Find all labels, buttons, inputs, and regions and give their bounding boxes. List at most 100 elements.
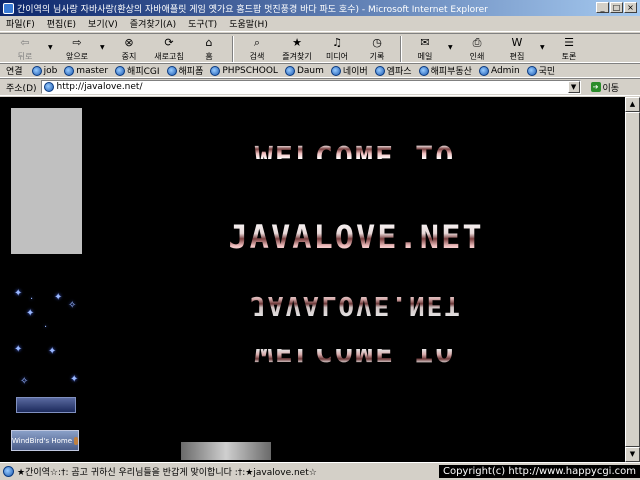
refresh-label: 새로고침 <box>154 52 184 61</box>
page-icon <box>64 65 75 76</box>
window-title: 간이역의 님사랑 자바사랑(환상의 자바애플릿 게임 옛가요 홈드팝 멋진풍경 … <box>17 4 488 15</box>
sparkle-icon: ✦ <box>14 288 23 299</box>
sparkle-icon: ✦ <box>70 374 79 385</box>
side-badge-image <box>16 397 76 413</box>
favorites-button[interactable]: ★ 즐겨찾기 <box>280 36 314 63</box>
close-button[interactable]: × <box>624 2 637 13</box>
page-icon <box>31 65 42 76</box>
media-label: 미디어 <box>325 52 349 61</box>
ie-icon <box>3 2 14 14</box>
refresh-icon: ⟳ <box>164 36 174 49</box>
link-label: 해피폼 <box>178 67 204 77</box>
back-button[interactable]: ⇦ 뒤로 <box>8 36 42 63</box>
page-icon <box>166 65 177 76</box>
mail-button[interactable]: ✉ 메일 <box>408 36 442 63</box>
page-icon <box>526 65 537 76</box>
window-controls: _ □ × <box>596 2 637 13</box>
stop-button[interactable]: ⊗ 중지 <box>112 36 146 63</box>
favorites-icon: ★ <box>292 36 302 49</box>
menu-help[interactable]: 도움말(H) <box>229 17 268 30</box>
link-label: 해피CGI <box>127 67 160 77</box>
menu-view[interactable]: 보기(V) <box>88 17 118 30</box>
windbird-label: WindBird's Home <box>12 436 73 445</box>
edit-label: 편집 <box>509 52 525 61</box>
forward-label: 앞으로 <box>65 52 89 61</box>
stop-label: 중지 <box>121 52 137 61</box>
home-button[interactable]: ⌂ 홈 <box>192 36 226 63</box>
address-url: http://javalove.net/ <box>56 82 143 92</box>
page-icon <box>210 65 221 76</box>
vertical-scrollbar[interactable]: ▲ ▼ <box>625 97 640 462</box>
media-button[interactable]: ♫ 미디어 <box>320 36 354 63</box>
search-button[interactable]: ⌕ 검색 <box>240 36 274 63</box>
sparkle-icon: · <box>30 294 34 305</box>
refresh-button[interactable]: ⟳ 새로고침 <box>152 36 186 63</box>
link-happycgi[interactable]: 해피CGI <box>115 64 160 77</box>
page-icon <box>374 65 385 76</box>
link-label: Daum <box>296 65 324 76</box>
copyright-text: Copyright(c) http://www.happycgi.com <box>438 465 640 478</box>
sparkle-icon: ✧ <box>68 300 77 311</box>
browser-window: 간이역의 님사랑 자바사랑(환상의 자바애플릿 게임 옛가요 홈드팝 멋진풍경 … <box>0 0 640 480</box>
link-job[interactable]: job <box>31 65 58 76</box>
mail-dropdown-icon[interactable]: ▼ <box>448 36 454 51</box>
history-label: 기록 <box>369 52 385 61</box>
link-naver[interactable]: 네이버 <box>330 64 368 77</box>
windbird-home-button[interactable]: WindBird's Home <box>11 430 79 451</box>
title-bar[interactable]: 간이역의 님사랑 자바사랑(환상의 자바애플릿 게임 옛가요 홈드팝 멋진풍경 … <box>0 0 640 16</box>
sparkle-icon: ✦ <box>54 292 63 303</box>
welcome-text-reflection: WELCOME TO <box>210 349 500 371</box>
links-label: 연결 <box>6 67 23 77</box>
edit-button[interactable]: W 편집 <box>500 36 534 63</box>
menu-file[interactable]: 파일(F) <box>6 17 35 30</box>
side-image-placeholder <box>11 108 82 254</box>
edit-dropdown-icon[interactable]: ▼ <box>540 36 546 51</box>
link-daum[interactable]: Daum <box>284 65 324 76</box>
go-button[interactable]: ➔ 이동 <box>590 81 620 94</box>
history-icon: ◷ <box>372 36 382 49</box>
print-icon: ⎙ <box>472 36 482 49</box>
link-label: PHPSCHOOL <box>222 65 278 76</box>
print-label: 인쇄 <box>469 52 485 61</box>
link-empas[interactable]: 엠파스 <box>374 64 412 77</box>
stop-icon: ⊗ <box>124 36 134 49</box>
menu-edit[interactable]: 편집(E) <box>47 17 76 30</box>
page-icon <box>115 65 126 76</box>
link-happy-realestate[interactable]: 해피부동산 <box>418 64 472 77</box>
discuss-button[interactable]: ☰ 토론 <box>552 36 586 63</box>
address-dropdown-icon[interactable]: ▼ <box>567 81 580 93</box>
page-status-icon <box>3 466 14 477</box>
link-kookmin[interactable]: 국민 <box>526 64 555 77</box>
link-happyform[interactable]: 해피폼 <box>166 64 204 77</box>
menu-tools[interactable]: 도구(T) <box>188 17 217 30</box>
print-button[interactable]: ⎙ 인쇄 <box>460 36 494 63</box>
search-label: 검색 <box>249 52 265 61</box>
link-label: Admin <box>490 65 520 76</box>
link-master[interactable]: master <box>64 65 109 76</box>
history-button[interactable]: ◷ 기록 <box>360 36 394 63</box>
forward-dropdown-icon[interactable]: ▼ <box>100 36 106 51</box>
address-bar: 주소(D) http://javalove.net/ ▼ ➔ 이동 <box>0 78 640 96</box>
go-label: 이동 <box>602 83 620 94</box>
page-icon <box>43 82 54 92</box>
scroll-thumb[interactable] <box>625 112 640 447</box>
link-phpschool[interactable]: PHPSCHOOL <box>210 65 278 76</box>
page-icon <box>330 65 341 76</box>
link-label: job <box>43 65 58 76</box>
toolbar-separator <box>400 36 402 62</box>
forward-button[interactable]: ⇨ 앞으로 <box>60 36 94 63</box>
link-admin[interactable]: Admin <box>478 65 520 76</box>
home-icon: ⌂ <box>205 36 213 49</box>
sparkle-icon: · <box>44 322 48 333</box>
address-label: 주소(D) <box>6 83 37 94</box>
scroll-up-icon[interactable]: ▲ <box>625 97 640 112</box>
scroll-down-icon[interactable]: ▼ <box>625 447 640 462</box>
back-dropdown-icon[interactable]: ▼ <box>48 36 54 51</box>
menu-favorites[interactable]: 즐겨찾기(A) <box>130 17 176 30</box>
maximize-button[interactable]: □ <box>610 2 623 13</box>
page-icon <box>284 65 295 76</box>
address-input[interactable]: http://javalove.net/ ▼ <box>40 80 581 94</box>
link-label: master <box>76 65 109 76</box>
edit-icon: W <box>511 36 523 49</box>
minimize-button[interactable]: _ <box>596 2 609 13</box>
